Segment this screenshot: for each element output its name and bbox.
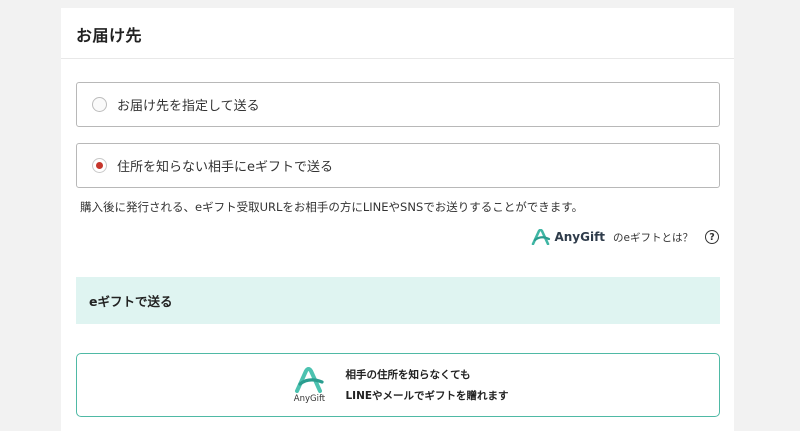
option-specify-address[interactable]: お届け先を指定して送る — [76, 82, 720, 127]
option-label: 住所を知らない相手にeギフトで送る — [117, 160, 333, 175]
egift-note: 購入後に発行される、eギフト受取URLをお相手の方にLINEやSNSでお送りする… — [80, 200, 584, 214]
anygift-large-mark-icon — [295, 366, 325, 393]
send-description: 相手の住所を知らなくても LINEやメールでギフトを贈れます — [345, 367, 508, 403]
send-line-2: LINEやメールでギフトを贈れます — [345, 390, 509, 402]
anygift-mark-icon — [532, 229, 551, 245]
send-line-1: 相手の住所を知らなくても — [345, 369, 471, 381]
radio-unchecked-icon[interactable] — [92, 97, 107, 112]
radio-checked-icon[interactable] — [92, 158, 107, 173]
egift-section-header: eギフトで送る — [76, 277, 720, 324]
help-icon[interactable]: ? — [705, 230, 719, 244]
option-label: お届け先を指定して送る — [117, 99, 260, 114]
section-title: お届け先 — [76, 26, 143, 45]
delivery-card: お届け先 お届け先を指定して送る 住所を知らない相手にeギフトで送る 購入後に発… — [61, 8, 734, 431]
anygift-logo: AnyGift — [531, 229, 605, 245]
option-send-egift[interactable]: 住所を知らない相手にeギフトで送る — [76, 143, 720, 188]
anygift-badge: AnyGift — [287, 366, 331, 404]
anygift-badge-text: AnyGift — [293, 393, 326, 404]
send-egift-button[interactable]: AnyGift 相手の住所を知らなくても LINEやメールでギフトを贈れます — [76, 353, 720, 417]
anygift-what-link[interactable]: のeギフトとは？ — [613, 230, 693, 245]
card-header: お届け先 — [61, 8, 734, 59]
anygift-logo-text: AnyGift — [554, 230, 606, 244]
egift-section-title: eギフトで送る — [89, 294, 173, 309]
anygift-info-link[interactable]: AnyGift のeギフトとは？ ? — [531, 229, 719, 245]
